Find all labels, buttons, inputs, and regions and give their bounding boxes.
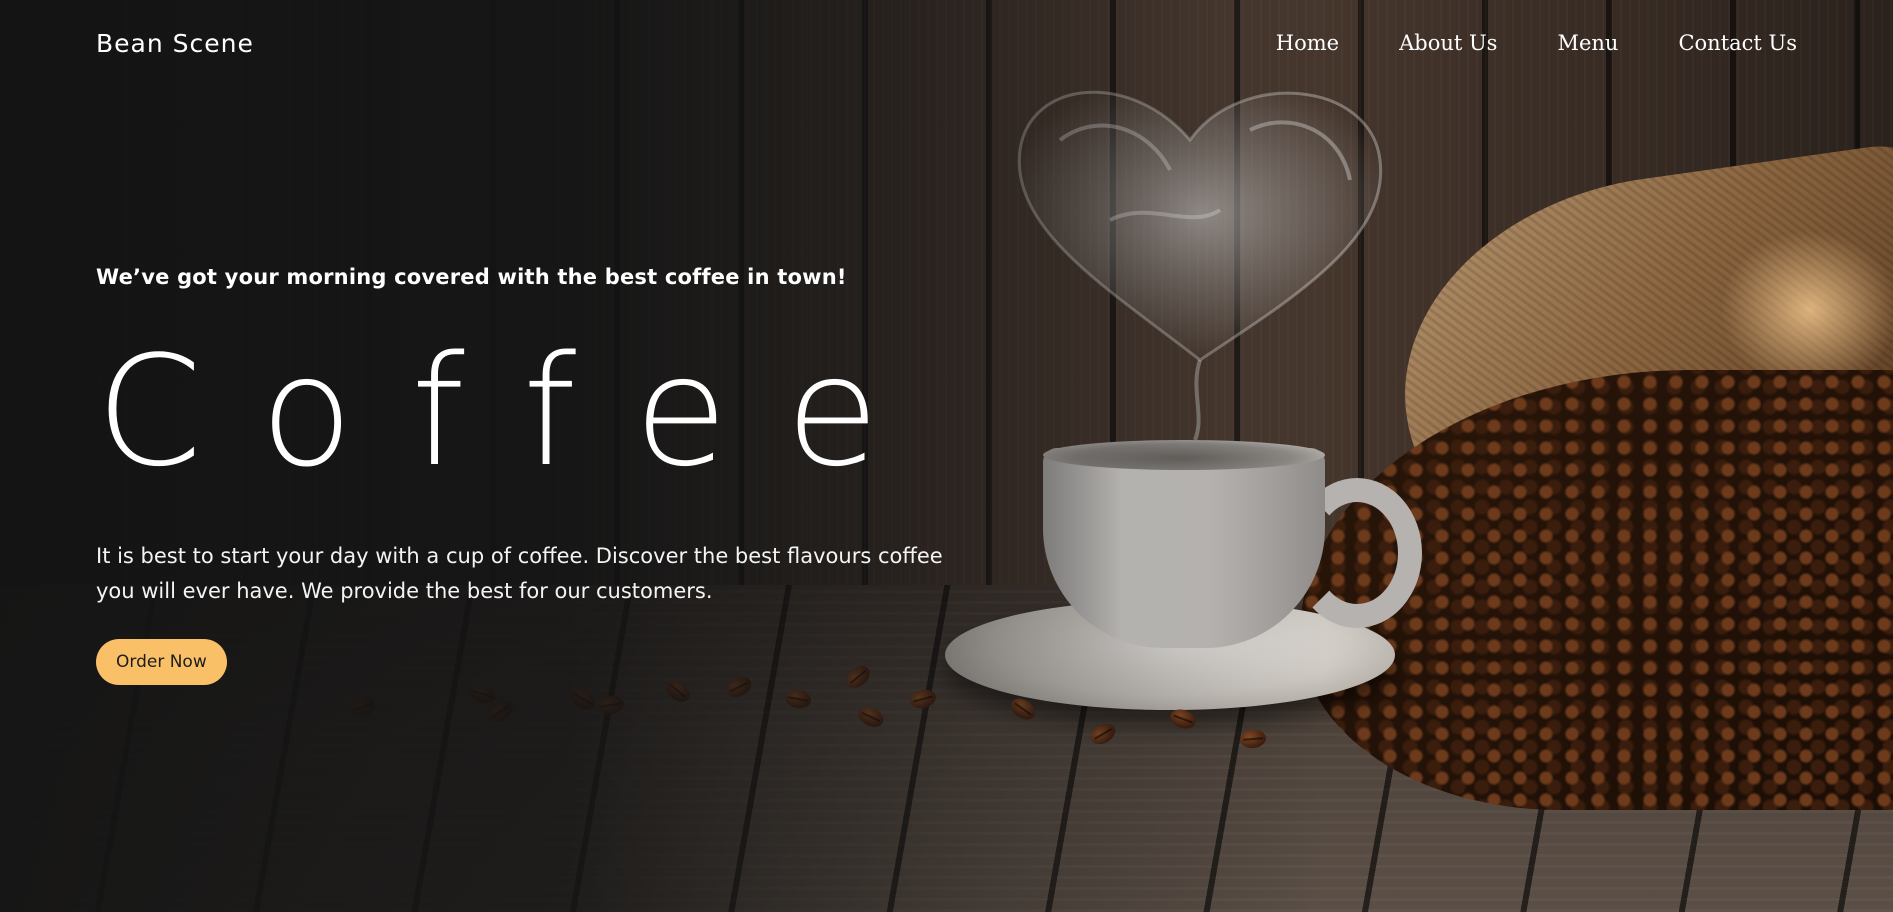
hero-headline: Coffee — [96, 323, 938, 500]
main-menu: Home About Us Menu Contact Us — [1276, 31, 1797, 55]
top-navbar: Bean Scene Home About Us Menu Contact Us — [0, 0, 1893, 86]
brand-logo[interactable]: Bean Scene — [96, 29, 254, 58]
nav-link-menu[interactable]: Menu — [1557, 31, 1618, 55]
nav-link-contact-us[interactable]: Contact Us — [1678, 31, 1797, 55]
hero-tagline: We’ve got your morning covered with the … — [96, 265, 847, 289]
hero-section: We’ve got your morning covered with the … — [96, 265, 976, 685]
nav-link-about-us[interactable]: About Us — [1399, 31, 1497, 55]
nav-link-home[interactable]: Home — [1276, 31, 1339, 55]
hero-description: It is best to start your day with a cup … — [96, 544, 943, 603]
order-now-button[interactable]: Order Now — [96, 639, 227, 685]
